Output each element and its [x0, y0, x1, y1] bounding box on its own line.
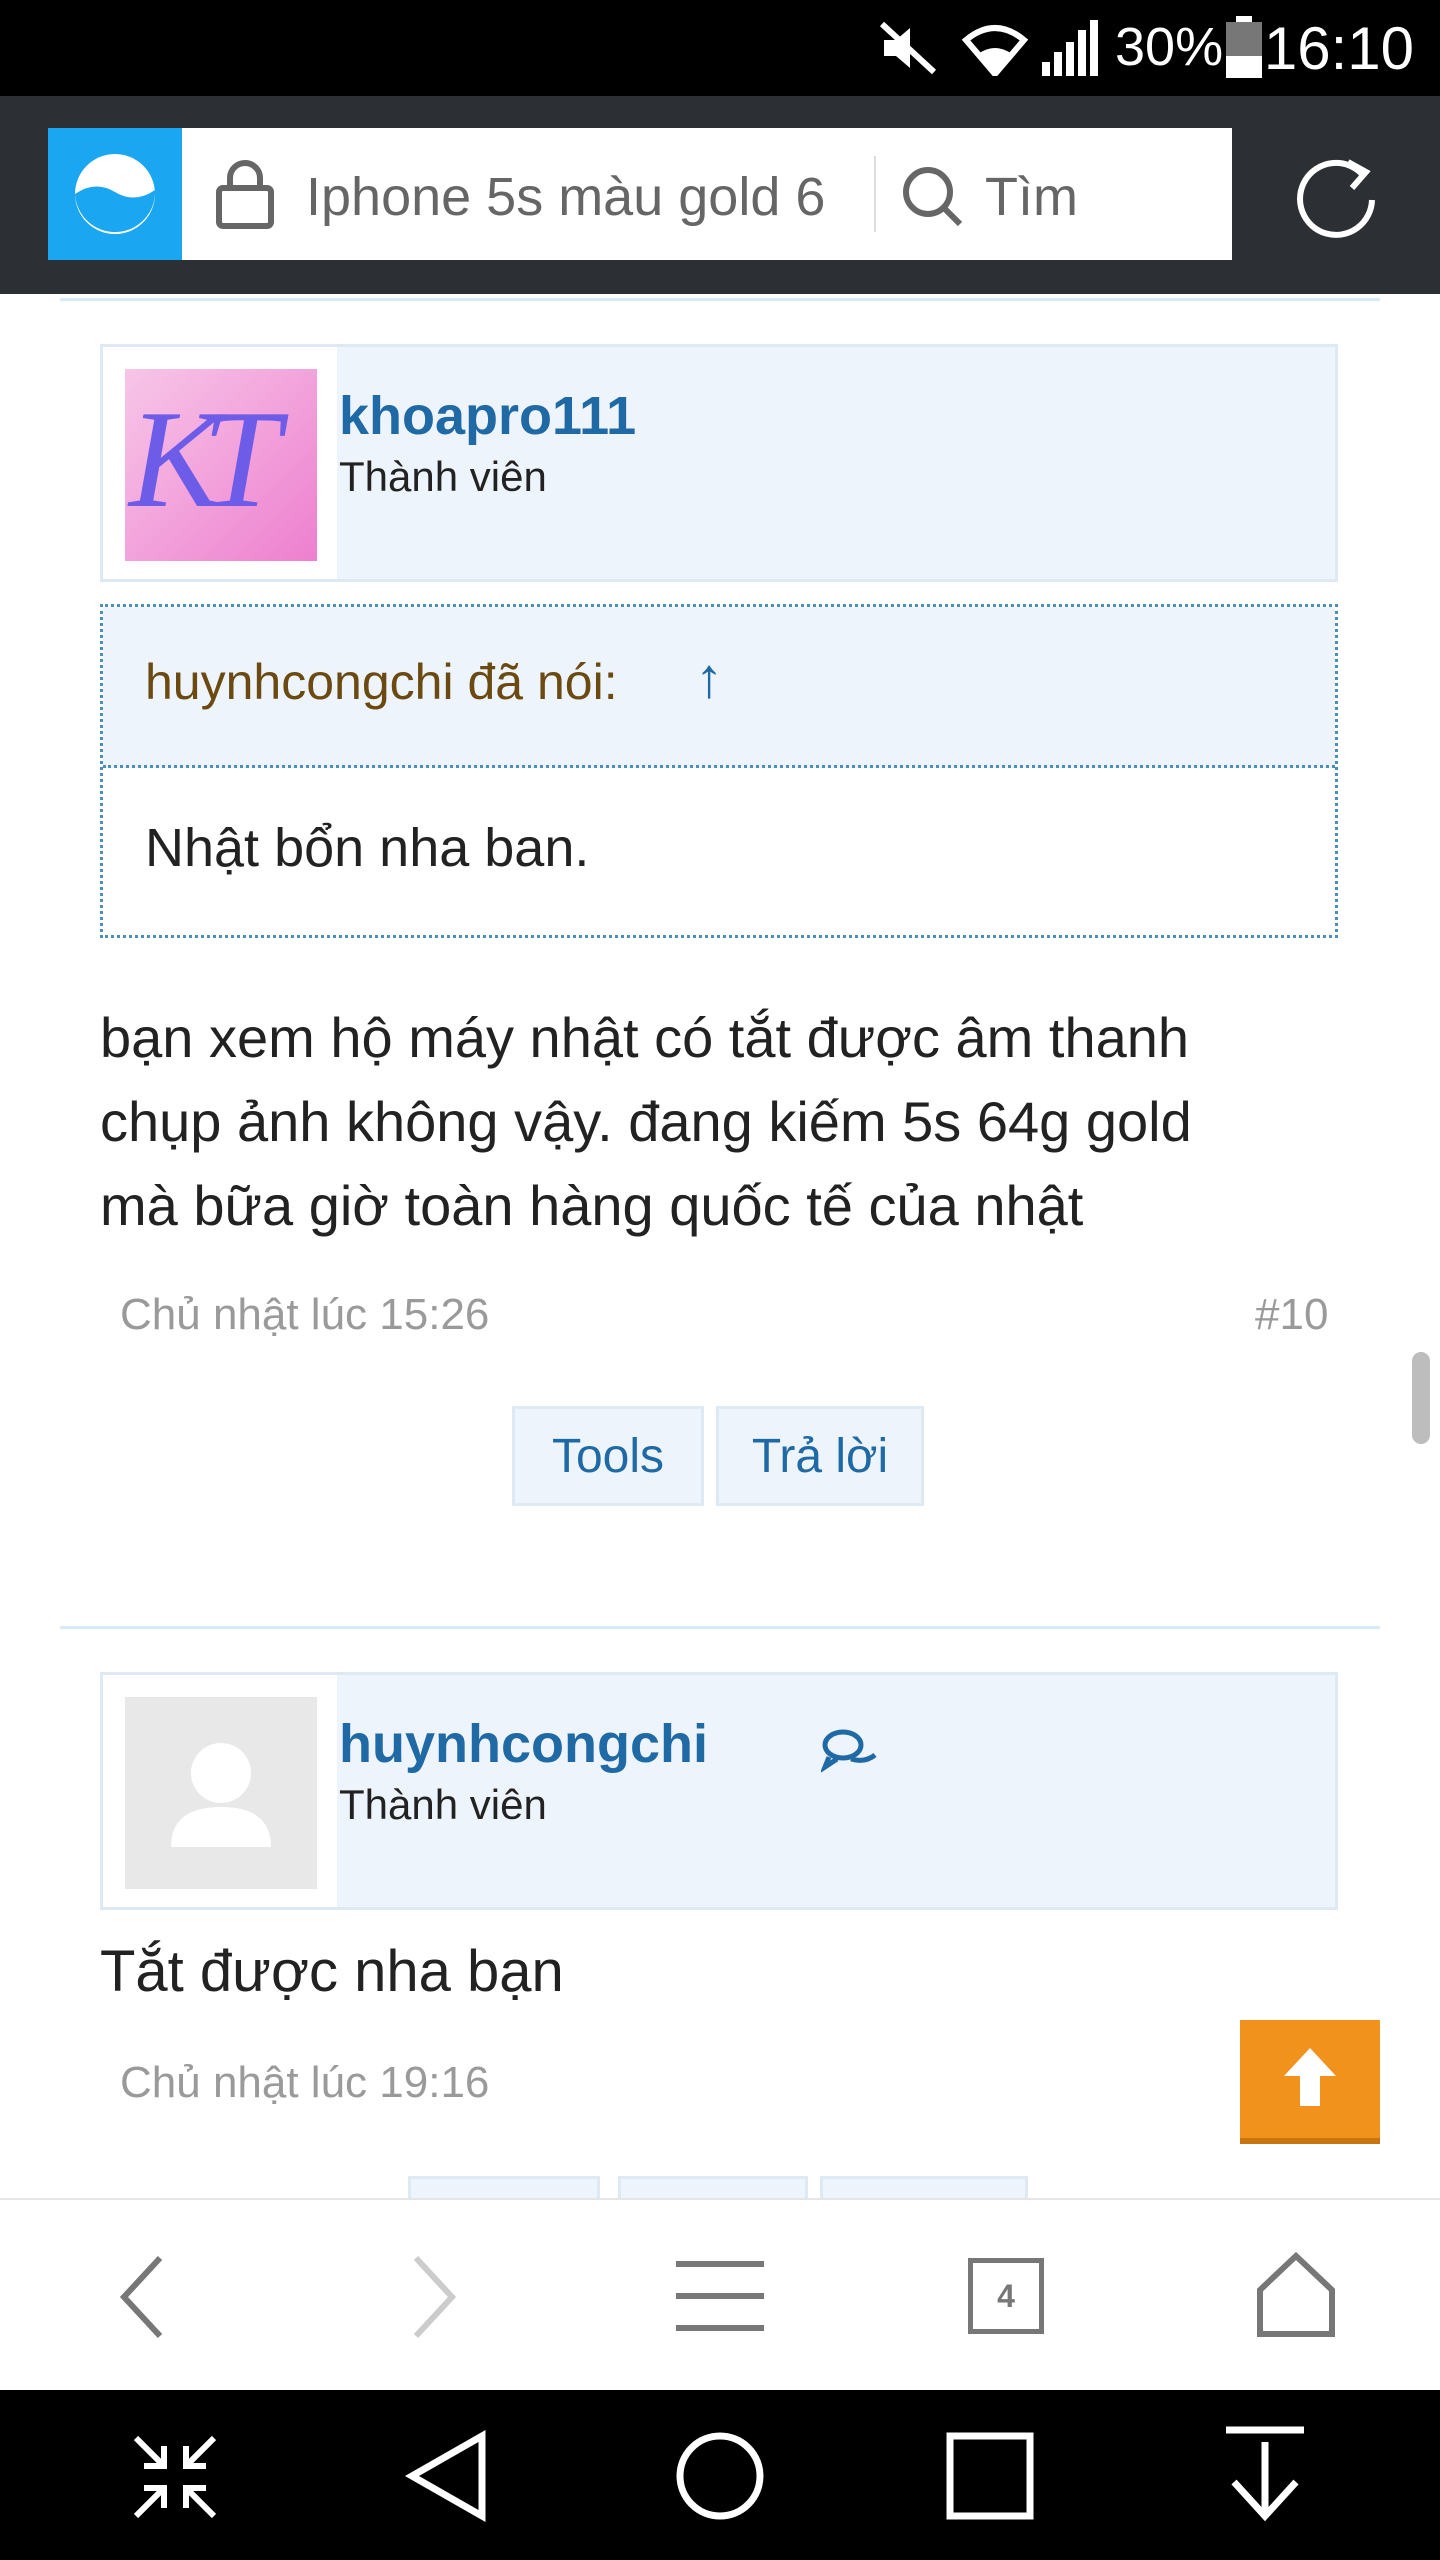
- refresh-icon[interactable]: [1290, 150, 1382, 242]
- android-nav-bar: [0, 2390, 1440, 2560]
- avatar-frame: [103, 1675, 337, 1907]
- quote-jump-arrow[interactable]: ↑: [695, 645, 723, 710]
- clock: 16:10: [1263, 15, 1414, 82]
- back-icon[interactable]: [110, 2252, 180, 2342]
- post-body-line: bạn xem hộ máy nhật có tắt được âm thanh: [100, 1006, 1190, 1069]
- post-body-line: chụp ảnh không vậy. đang kiếm 5s 64g gol…: [100, 1090, 1192, 1153]
- tools-button[interactable]: Tools: [512, 1406, 704, 1506]
- avatar-frame: KT: [103, 347, 337, 579]
- nav-home-icon[interactable]: [672, 2428, 768, 2524]
- quote-author: huynhcongchi đã nói:: [145, 654, 618, 710]
- forward-icon[interactable]: [396, 2252, 466, 2342]
- nav-recents-icon[interactable]: [944, 2430, 1036, 2522]
- menu-icon[interactable]: [672, 2256, 768, 2336]
- back-to-top-button[interactable]: [1240, 2020, 1380, 2144]
- nav-back-icon[interactable]: [400, 2428, 496, 2524]
- tab-count: 4: [997, 2277, 1015, 2314]
- quote-block: huynhcongchi đã nói: ↑ Nhật bổn nha ban.: [100, 604, 1338, 938]
- battery-percent: 30%: [1115, 17, 1224, 77]
- post-user-info: huynhcongchi Thành viên: [100, 1672, 1338, 1910]
- home-icon[interactable]: [1254, 2250, 1338, 2340]
- post-separator: [60, 1626, 1380, 1629]
- post-date[interactable]: Chủ nhật lúc 19:16: [120, 2058, 489, 2108]
- avatar[interactable]: KT: [125, 369, 317, 561]
- signal-icon: [1042, 20, 1098, 76]
- default-avatar-icon: [171, 1743, 271, 1847]
- search-label[interactable]: Tìm: [985, 166, 1078, 228]
- address-divider: [874, 156, 876, 232]
- tabs-button[interactable]: 4: [968, 2258, 1044, 2334]
- status-bar: 30% 16:10: [0, 0, 1440, 96]
- post-number[interactable]: #10: [1255, 1290, 1328, 1340]
- search-icon[interactable]: [900, 164, 966, 230]
- conversation-icon[interactable]: [821, 1729, 879, 1773]
- collapse-icon[interactable]: [130, 2432, 220, 2522]
- scrollbar-thumb[interactable]: [1412, 1352, 1430, 1444]
- avatar-letters: KT: [129, 382, 280, 537]
- reply-button[interactable]: Trả lời: [716, 1406, 924, 1506]
- browser-bottom-bar: 4: [0, 2198, 1440, 2392]
- post-separator: [60, 298, 1380, 301]
- post-username[interactable]: khoapro111: [339, 385, 636, 447]
- wifi-icon: [961, 25, 1029, 76]
- post-body: bạn xem hộ máy nhật có tắt được âm thanh…: [100, 996, 1360, 1248]
- muted-icon: [879, 21, 937, 75]
- post-user-role: Thành viên: [339, 453, 547, 500]
- avatar[interactable]: [125, 1697, 317, 1889]
- browser-logo-icon: [75, 154, 156, 234]
- post-user-info: KT khoapro111 Thành viên: [100, 344, 1338, 582]
- download-icon[interactable]: [1220, 2424, 1310, 2524]
- quote-header: huynhcongchi đã nói: ↑: [103, 607, 1335, 768]
- post-user-role: Thành viên: [339, 1781, 547, 1828]
- quote-text: Nhật bổn nha ban.: [145, 818, 590, 878]
- post-body-line: mà bữa giờ toàn hàng quốc tế của nhật: [100, 1174, 1084, 1237]
- post-username[interactable]: huynhcongchi: [339, 1713, 708, 1775]
- post-body: Tắt được nha bạn: [100, 1939, 564, 2004]
- lock-icon: [216, 160, 274, 229]
- browser-logo-button[interactable]: [48, 128, 182, 260]
- arrow-up-icon: [1284, 2048, 1336, 2106]
- url-text[interactable]: Iphone 5s màu gold 6: [306, 166, 825, 228]
- post-date[interactable]: Chủ nhật lúc 15:26: [120, 1290, 489, 1340]
- battery-icon: [1226, 16, 1262, 78]
